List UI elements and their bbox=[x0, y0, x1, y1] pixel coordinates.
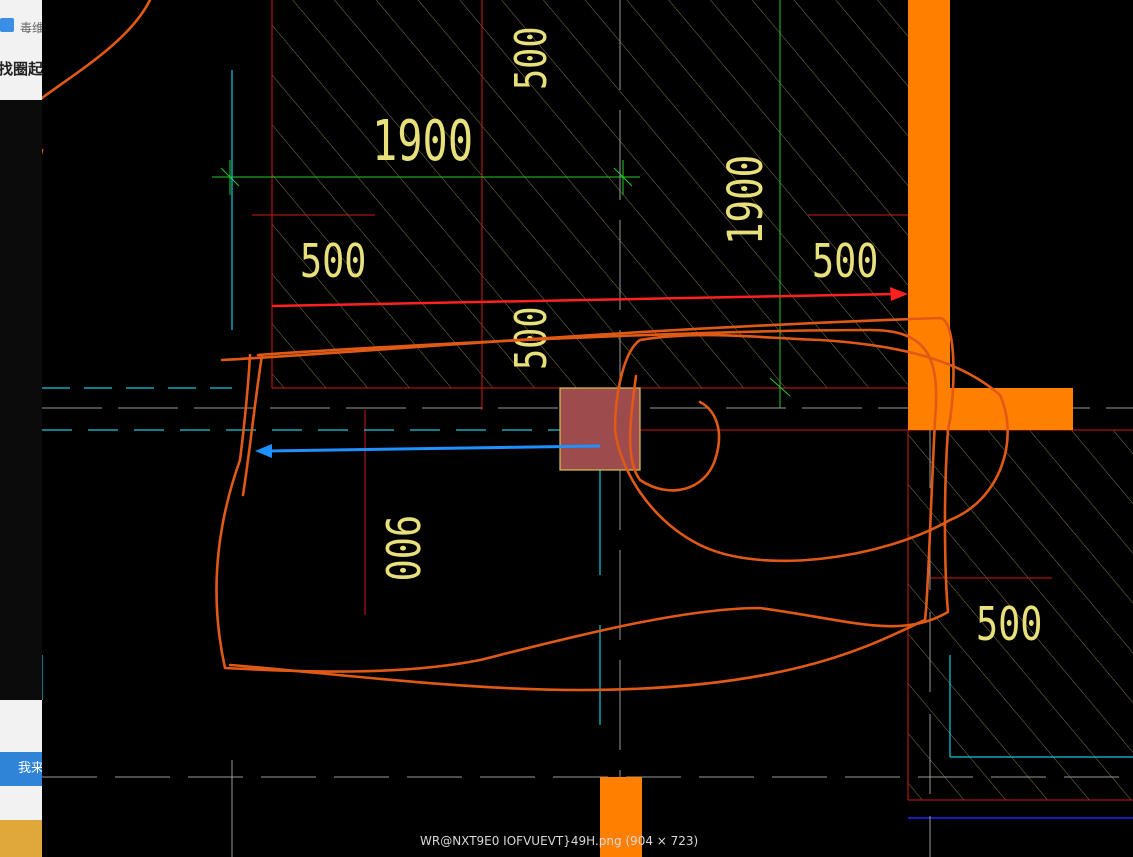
dim-top-width: 1900 bbox=[372, 108, 473, 174]
dim-lower-right: 500 bbox=[976, 597, 1042, 651]
dim-top-height: 500 bbox=[506, 26, 557, 90]
strip-question-text: 找圈起 bbox=[0, 60, 42, 78]
strip-tab-text: 毒维 bbox=[20, 21, 42, 35]
dim-mid-right: 500 bbox=[812, 234, 878, 288]
strip-answer-button-label: 我来 bbox=[18, 761, 42, 776]
background-window-strip: 毒维 找圈起 我来 bbox=[0, 0, 42, 857]
dim-lower-height: 900 bbox=[375, 515, 429, 581]
strip-answer-button[interactable]: 我来 bbox=[0, 752, 42, 786]
dim-mid-left: 500 bbox=[300, 234, 366, 288]
image-viewer-caption: WR@NXT9E0 IOFVUEVT}49H.png (904 × 723) bbox=[420, 834, 699, 848]
cad-drawing-canvas: 1900 500 500 1900 500 500 900 500 bbox=[42, 0, 1133, 857]
blue-arrow bbox=[255, 444, 601, 458]
app-logo-icon bbox=[0, 18, 14, 32]
strip-dark-region bbox=[0, 100, 42, 700]
dim-mid-height: 1900 bbox=[719, 155, 775, 245]
strip-badge bbox=[0, 820, 42, 857]
column-block bbox=[559, 387, 641, 471]
